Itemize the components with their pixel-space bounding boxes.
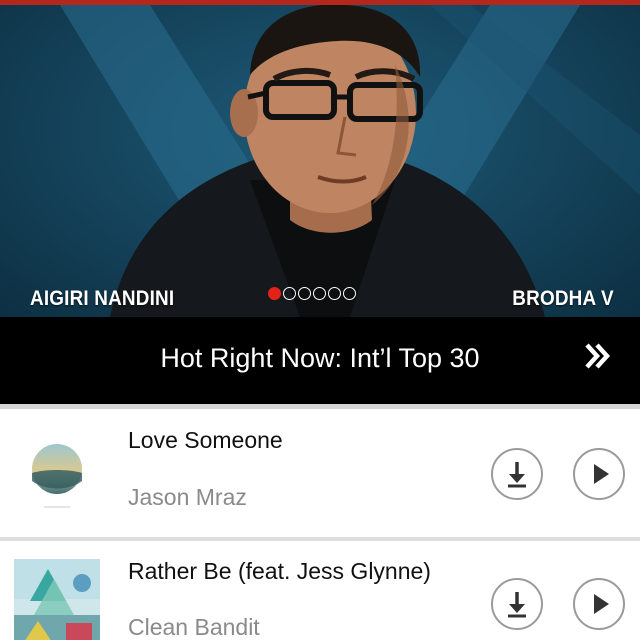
hero-artwork [60, 5, 640, 317]
download-button[interactable] [491, 448, 543, 500]
hot-right-now-banner[interactable]: Hot Right Now: Int’l Top 30 [0, 317, 640, 404]
track-row[interactable]: Love Someone Jason Mraz [0, 409, 640, 537]
carousel-caption-right[interactable]: BRODHA V [512, 287, 614, 311]
double-chevron-right-icon[interactable] [582, 341, 612, 371]
play-icon [594, 594, 609, 614]
track-artist: Clean Bandit [128, 614, 260, 640]
carousel-dot[interactable] [268, 287, 281, 300]
album-art [14, 429, 100, 515]
album-art [14, 559, 100, 640]
carousel-dot[interactable] [343, 287, 356, 300]
carousel-dot[interactable] [328, 287, 341, 300]
music-app-screen: AIGIRI NANDINI BRODHA V Hot Right Now: I… [0, 0, 640, 640]
carousel-dot[interactable] [298, 287, 311, 300]
carousel-caption-left[interactable]: AIGIRI NANDINI [30, 287, 174, 311]
download-icon [508, 592, 526, 618]
track-artist: Jason Mraz [128, 484, 247, 510]
carousel-page-indicator [268, 287, 356, 300]
play-button[interactable] [573, 578, 625, 630]
play-button[interactable] [573, 448, 625, 500]
track-title: Rather Be (feat. Jess Glynne) [128, 558, 431, 584]
track-title: Love Someone [128, 427, 283, 453]
download-button[interactable] [491, 578, 543, 630]
carousel-dot[interactable] [283, 287, 296, 300]
track-row[interactable]: Rather Be (feat. Jess Glynne) Clean Band… [0, 541, 640, 640]
download-icon [508, 462, 526, 488]
featured-carousel[interactable]: AIGIRI NANDINI BRODHA V [0, 5, 640, 317]
banner-title: Hot Right Now: Int’l Top 30 [160, 343, 480, 373]
carousel-dot[interactable] [313, 287, 326, 300]
play-icon [594, 464, 609, 484]
